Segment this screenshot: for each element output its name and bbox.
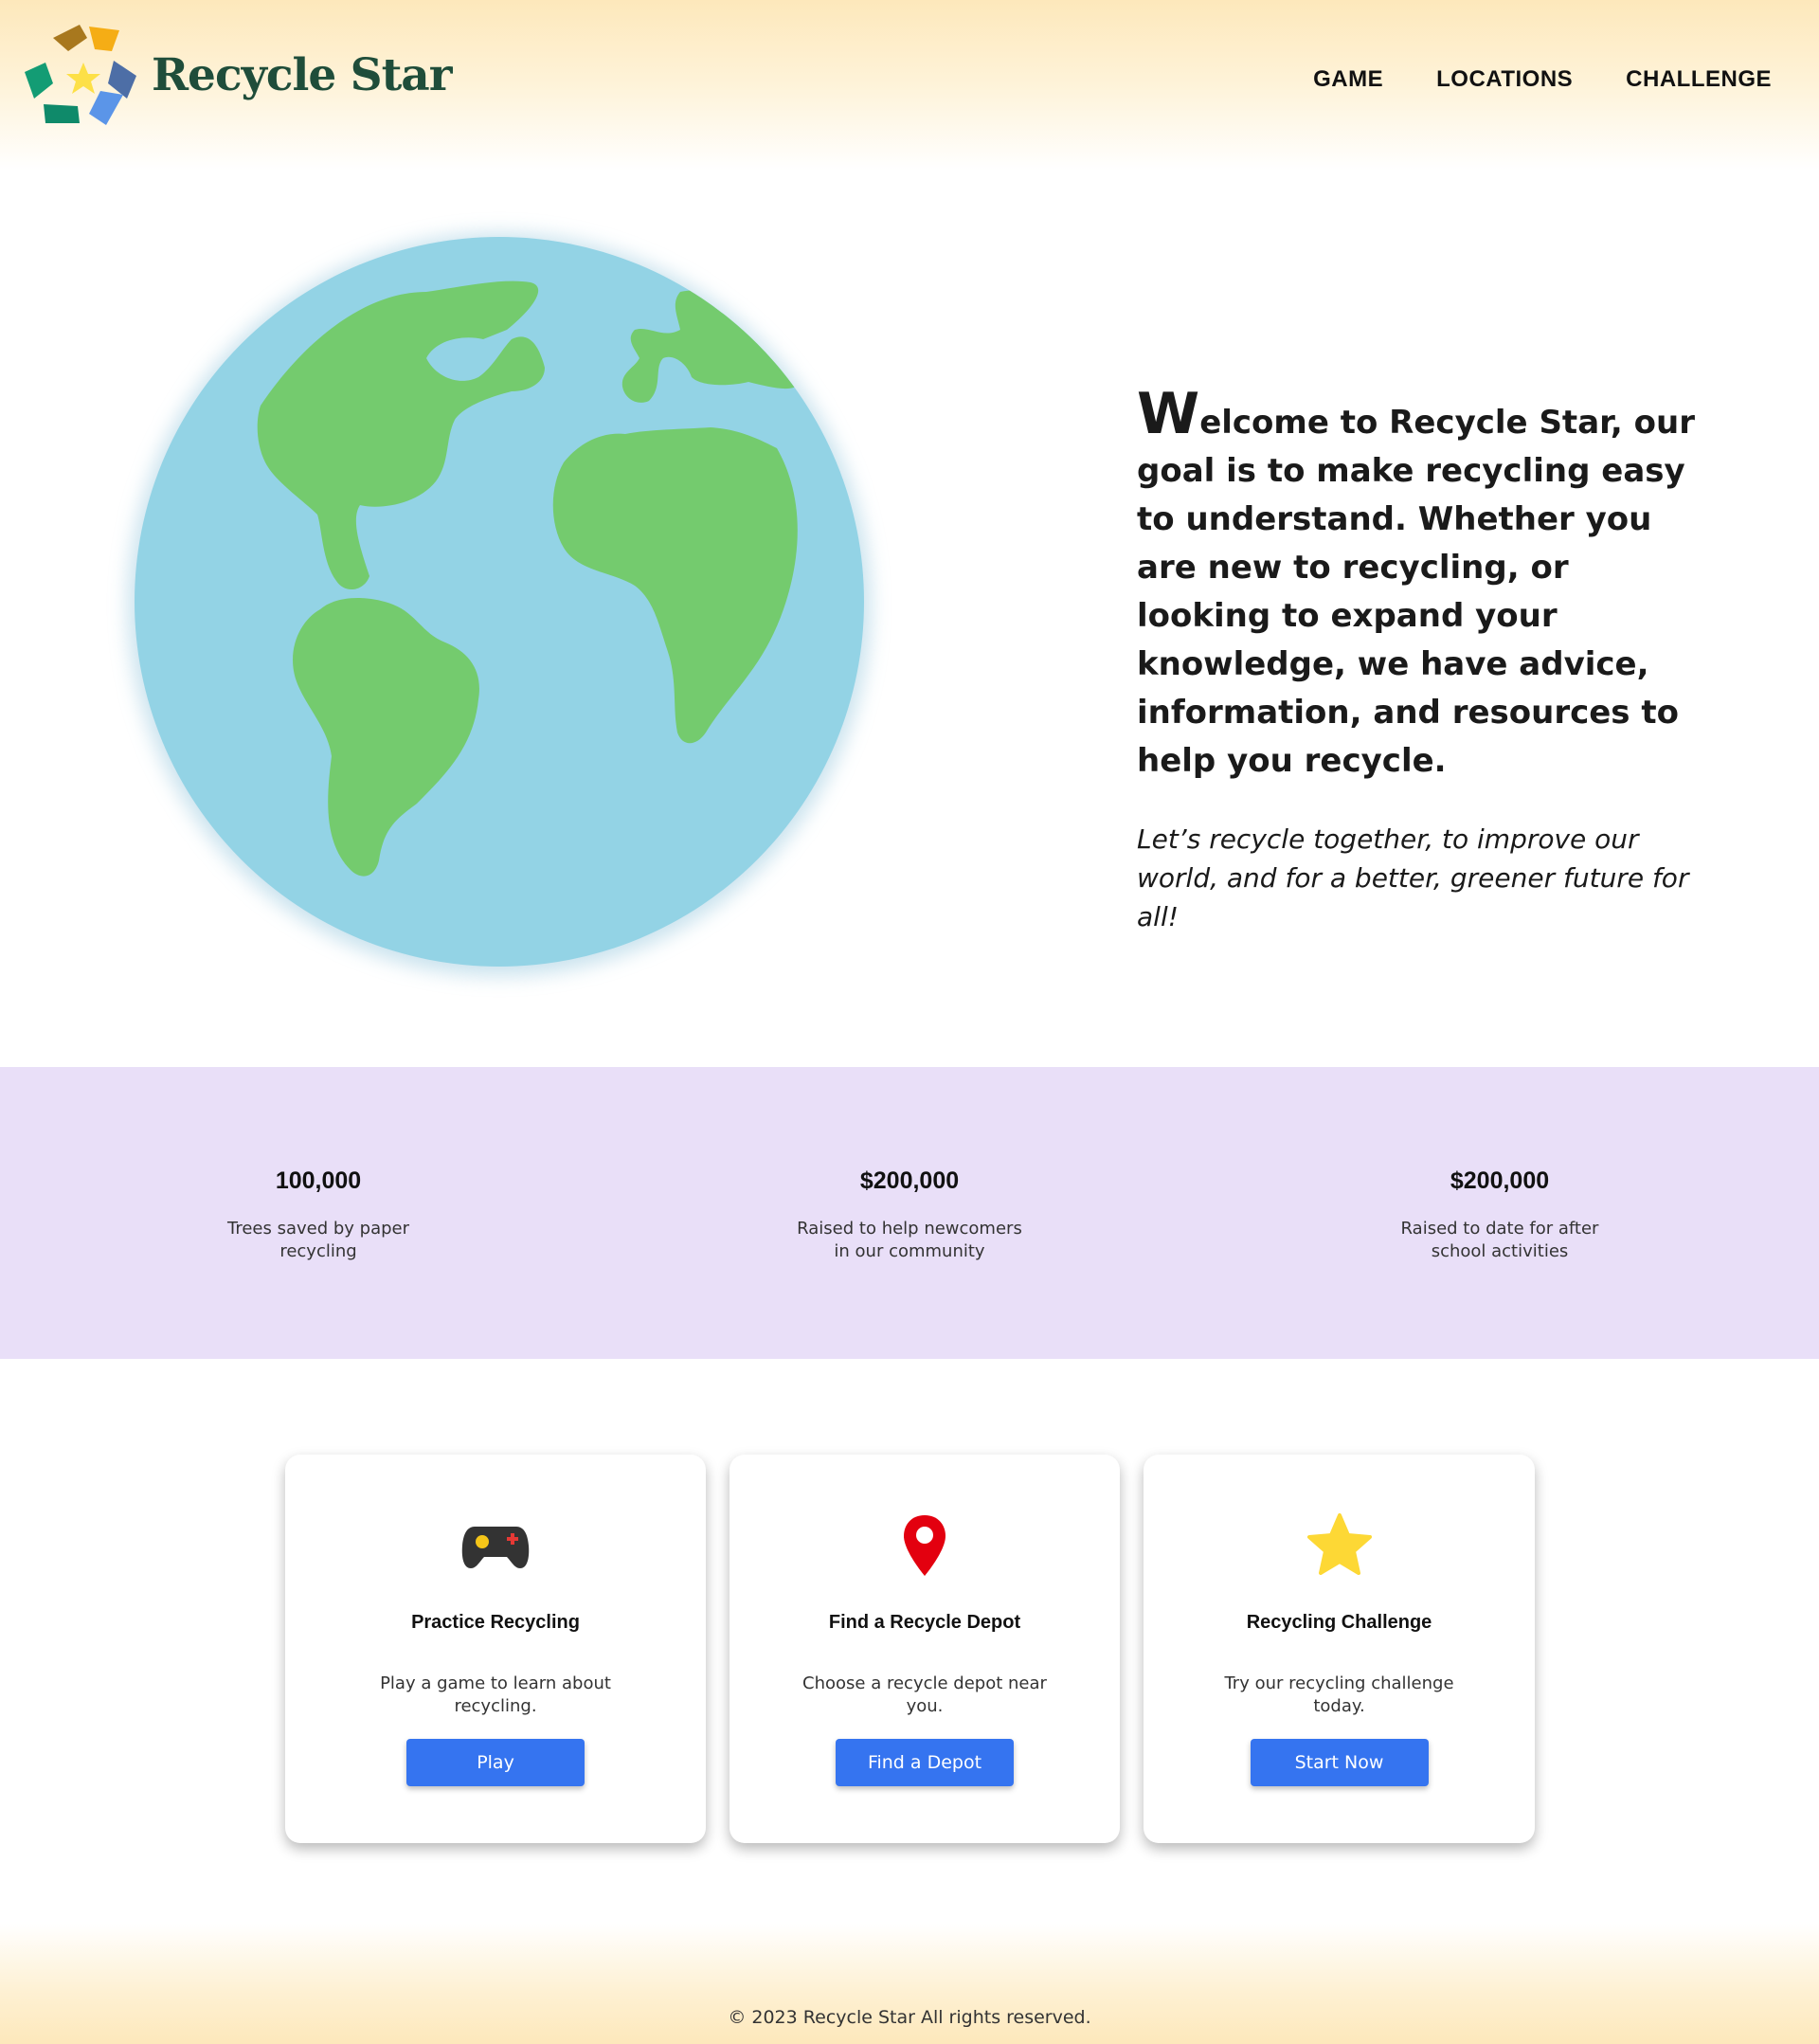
nav-locations[interactable]: LOCATIONS [1436,66,1573,93]
card-description: Play a game to learn about recycling. [380,1673,611,1716]
card-title: Find a Recycle Depot [828,1612,1021,1633]
stat-label: Raised to date for after school activiti… [1400,1219,1599,1261]
stat-value: $200,000 [1450,1167,1550,1194]
stats-band: 100,000 Trees saved by paper recycling $… [0,1067,1819,1359]
stat-value: $200,000 [859,1167,960,1194]
find-depot-button[interactable]: Find a Depot [836,1739,1014,1786]
stat-label: Raised to help newcomers in our communit… [797,1219,1022,1261]
hero-tagline: Let’s recycle together, to improve our w… [1137,823,1689,932]
nav-game[interactable]: GAME [1313,66,1383,93]
site-footer: © 2023 Recycle Star All rights reserved. [0,1924,1819,2044]
card-description: Try our recycling challenge today. [1224,1673,1454,1716]
earth-globe-illustration [128,233,871,976]
play-button[interactable]: Play [406,1739,585,1786]
stat-newcomers: $200,000 Raised to help newcomers in our… [767,1167,1052,1263]
start-now-button[interactable]: Start Now [1250,1739,1429,1786]
site-header: Recycle Star GAME LOCATIONS CHALLENGE [0,0,1819,171]
hero-main-text: elcome to Recycle Star, our goal is to m… [1137,404,1695,780]
main-nav: GAME LOCATIONS CHALLENGE [1313,66,1772,93]
hero-drop-cap: W [1137,381,1200,447]
brand-name[interactable]: Recycle Star [152,49,452,101]
stat-value: 100,000 [275,1167,362,1194]
star-icon [1302,1508,1378,1583]
copyright-text: © 2023 Recycle Star All rights reserved. [728,2007,1091,2028]
stat-label: Trees saved by paper recycling [226,1219,410,1261]
nav-challenge[interactable]: CHALLENGE [1626,66,1772,93]
map-pin-icon [887,1508,963,1583]
hero-text-block: Welcome to Recycle Star, our goal is to … [1137,386,1696,936]
card-find-depot: Find a Recycle Depot Choose a recycle de… [729,1455,1120,1843]
stat-after-school: $200,000 Raised to date for after school… [1358,1167,1642,1263]
card-title: Practice Recycling [411,1612,580,1633]
card-title: Recycling Challenge [1246,1612,1432,1633]
card-description: Choose a recycle depot near you. [802,1673,1047,1716]
card-practice-recycling: Practice Recycling Play a game to learn … [285,1455,706,1843]
card-recycling-challenge: Recycling Challenge Try our recycling ch… [1144,1455,1535,1843]
gamepad-icon [458,1508,533,1583]
hero-welcome-text: Welcome to Recycle Star, our goal is to … [1137,386,1696,786]
recycle-logo-icon[interactable] [25,25,142,133]
stat-trees: 100,000 Trees saved by paper recycling [176,1167,460,1263]
